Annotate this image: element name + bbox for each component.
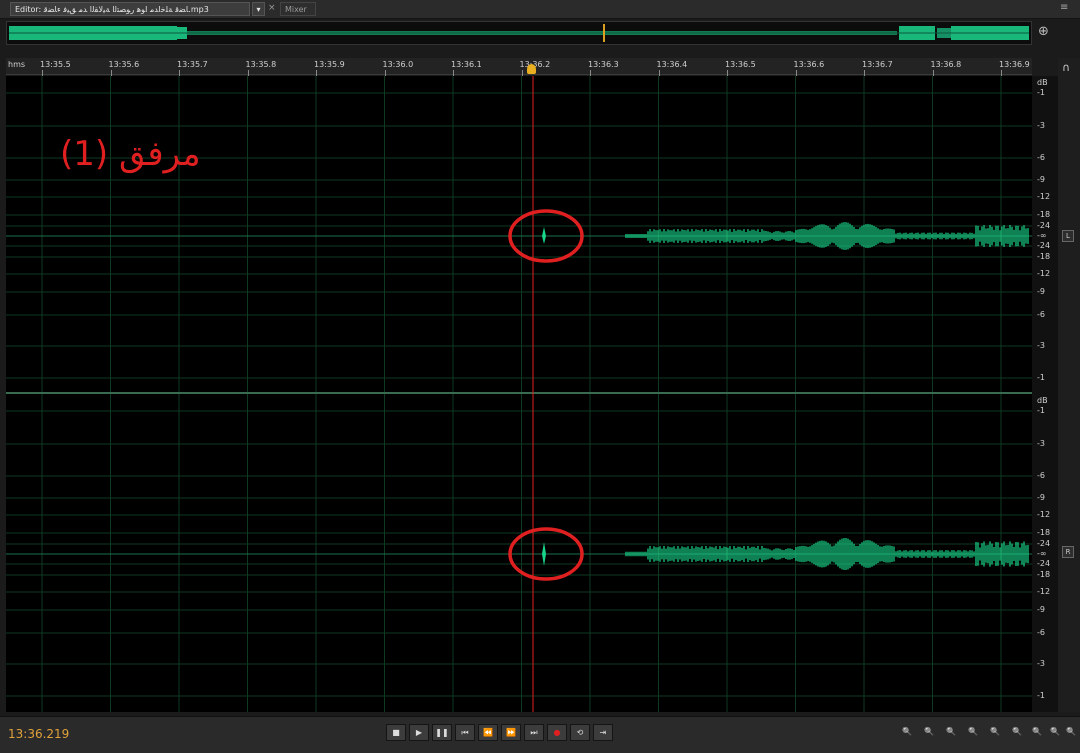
db-scale bbox=[1032, 76, 1058, 712]
db-scale-label: -18 bbox=[1037, 528, 1051, 537]
db-scale-label: -3 bbox=[1037, 341, 1045, 350]
waveform-spike bbox=[542, 542, 546, 566]
fast-forward-button[interactable]: ⏩ bbox=[501, 724, 521, 741]
db-scale-label: -6 bbox=[1037, 471, 1045, 480]
db-scale-label: -9 bbox=[1037, 493, 1045, 502]
db-scale-label: -1 bbox=[1037, 373, 1045, 382]
db-scale-label: -18 bbox=[1037, 210, 1051, 219]
db-scale-label: -3 bbox=[1037, 659, 1045, 668]
db-scale-label: -9 bbox=[1037, 175, 1045, 184]
zoom-navigator-icon[interactable]: ⊕ bbox=[1038, 24, 1049, 39]
ruler-tick-label: 13:36.6 bbox=[793, 60, 825, 69]
db-unit-label: dB bbox=[1037, 396, 1048, 405]
ruler-tick-label: 13:36.5 bbox=[725, 60, 756, 69]
ruler-tick-label: 13:35.7 bbox=[177, 60, 208, 69]
time-readout: 13:36.219 bbox=[8, 727, 70, 741]
annotation-label: مرفق (1) bbox=[60, 134, 201, 174]
db-scale-label: -12 bbox=[1037, 192, 1051, 201]
playhead-marker-icon[interactable] bbox=[527, 64, 536, 74]
db-scale-label: -24 bbox=[1037, 539, 1051, 548]
db-scale-label: -1 bbox=[1037, 691, 1045, 700]
mixer-tab-label: Mixer bbox=[285, 5, 307, 14]
zoom-in-time-icon[interactable]: 🔍 bbox=[942, 724, 960, 740]
ruler-tick-label: 13:35.6 bbox=[108, 60, 140, 69]
overview-waveform-graphic bbox=[9, 24, 1029, 42]
zoom-in-point-icon[interactable]: 🔍 bbox=[1008, 724, 1026, 740]
ruler-tick-label: 13:36.7 bbox=[862, 60, 893, 69]
db-scale-label: -3 bbox=[1037, 439, 1045, 448]
ruler-tick-label: 13:36.3 bbox=[588, 60, 619, 69]
zoom-out-amplitude-icon[interactable]: 🔍 bbox=[920, 724, 938, 740]
waveform-spike bbox=[542, 227, 546, 244]
db-scale-label: -12 bbox=[1037, 587, 1051, 596]
headphones-icon[interactable]: ∩ bbox=[1062, 61, 1070, 74]
loop-button[interactable]: ⟲ bbox=[570, 724, 590, 741]
skip-selection-button[interactable]: ⇥ bbox=[593, 724, 613, 741]
ruler-tick-label: 13:36.9 bbox=[999, 60, 1030, 69]
db-scale-label: -12 bbox=[1037, 269, 1051, 278]
tab-dropdown-icon[interactable]: ▾ bbox=[252, 2, 265, 16]
zoom-selection-icon[interactable]: 🔍 bbox=[1028, 724, 1046, 740]
channel-right-toggle[interactable]: R bbox=[1062, 546, 1074, 558]
editor-tab-title: Editor: ﺎﻀﻗ ﺔﻠﺧﺍﺪﻣ ﺍﻮﻫ ﺭﻮﺼﺘﻟﺍ ﺔﻴﻟﺎﻘﻟﺍ ﺪﻣ… bbox=[15, 5, 209, 14]
ruler-unit-label: hms bbox=[8, 60, 26, 69]
db-scale-label: -6 bbox=[1037, 153, 1045, 162]
db-scale-label: -24 bbox=[1037, 559, 1051, 568]
db-scale-label: -24 bbox=[1037, 241, 1051, 250]
db-scale-label: -∞ bbox=[1037, 231, 1047, 240]
db-scale-label: -∞ bbox=[1037, 549, 1047, 558]
db-scale-label: -6 bbox=[1037, 310, 1045, 319]
overview-waveform[interactable] bbox=[6, 21, 1032, 45]
zoom-out-full-icon[interactable]: 🔍 bbox=[986, 724, 1004, 740]
ruler-tick-label: 13:36.8 bbox=[930, 60, 962, 69]
db-scale-label: -18 bbox=[1037, 252, 1051, 261]
rewind-button[interactable]: ⏪ bbox=[478, 724, 498, 741]
db-unit-label: dB bbox=[1037, 78, 1048, 87]
db-scale-label: -18 bbox=[1037, 570, 1051, 579]
record-button[interactable]: ● bbox=[547, 724, 567, 741]
zoom-in-amplitude-icon[interactable]: 🔍 bbox=[898, 724, 916, 740]
play-button[interactable]: ▶ bbox=[409, 724, 429, 741]
mixer-tab[interactable]: Mixer bbox=[280, 2, 316, 16]
db-scale-label: -9 bbox=[1037, 605, 1045, 614]
goto-start-button[interactable]: ⏮ bbox=[455, 724, 475, 741]
ruler-tick-label: 13:35.8 bbox=[245, 60, 277, 69]
db-scale-label: -12 bbox=[1037, 510, 1051, 519]
zoom-right-edge-icon[interactable]: 🔍 bbox=[1062, 724, 1080, 740]
pause-button[interactable]: ❚❚ bbox=[432, 724, 452, 741]
channel-left-toggle[interactable]: L bbox=[1062, 230, 1074, 242]
ruler-tick-label: 13:35.9 bbox=[314, 60, 345, 69]
ruler-tick-label: 13:36.1 bbox=[451, 60, 482, 69]
db-scale-label: -24 bbox=[1037, 221, 1051, 230]
db-scale-label: -6 bbox=[1037, 628, 1045, 637]
ruler-tick-label: 13:36.4 bbox=[656, 60, 688, 69]
ruler-tick-label: 13:36.0 bbox=[382, 60, 414, 69]
tab-close-icon[interactable]: × bbox=[268, 3, 276, 13]
editor-tab[interactable]: Editor: ﺎﻀﻗ ﺔﻠﺧﺍﺪﻣ ﺍﻮﻫ ﺭﻮﺼﺘﻟﺍ ﺔﻴﻟﺎﻘﻟﺍ ﺪﻣ… bbox=[10, 2, 250, 16]
ruler-tick-label: 13:35.5 bbox=[40, 60, 71, 69]
stop-button[interactable]: ■ bbox=[386, 724, 406, 741]
channel-sidebar bbox=[1058, 58, 1080, 712]
db-scale-label: -9 bbox=[1037, 287, 1045, 296]
zoom-out-time-icon[interactable]: 🔍 bbox=[964, 724, 982, 740]
panel-menu-icon[interactable]: ≡ bbox=[1060, 2, 1068, 13]
db-scale-label: -1 bbox=[1037, 406, 1045, 415]
goto-end-button[interactable]: ⏭ bbox=[524, 724, 544, 741]
db-scale-label: -1 bbox=[1037, 88, 1045, 97]
db-scale-label: -3 bbox=[1037, 121, 1045, 130]
